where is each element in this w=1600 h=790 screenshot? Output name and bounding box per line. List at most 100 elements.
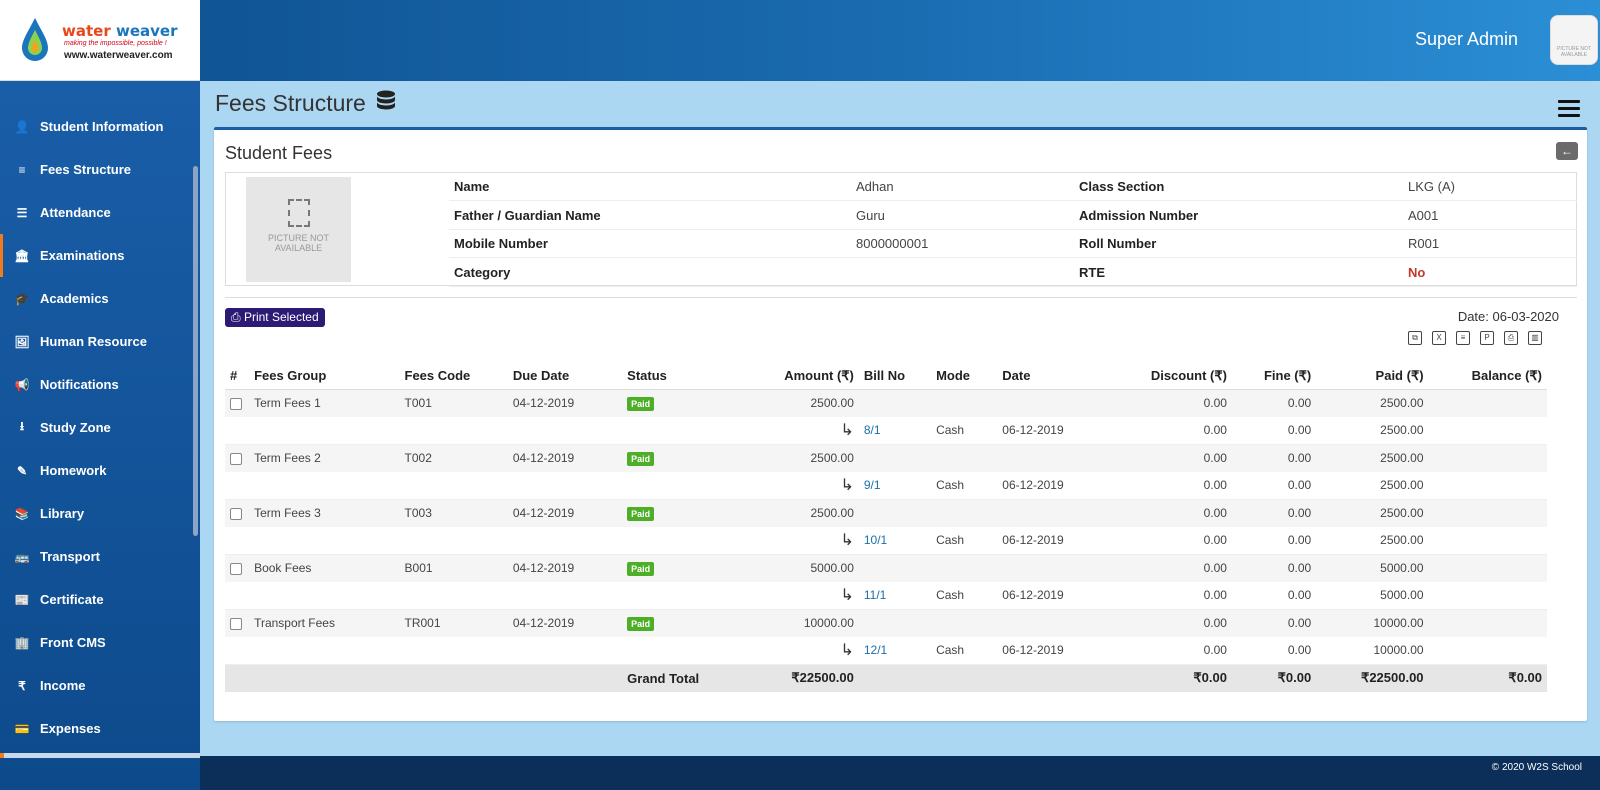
bill-no: 11/1 — [858, 581, 932, 610]
sidebar-item-fees-structure[interactable]: ≡ Fees Structure — [0, 148, 200, 191]
payment-row: ↳ 12/1 Cash 06-12-2019 0.00 0.00 10000.00 — [225, 636, 1547, 665]
status-cell: Paid — [622, 499, 719, 527]
row-checkbox[interactable] — [230, 562, 242, 575]
fine: 0.00 — [1231, 636, 1317, 665]
column-header[interactable]: Discount (₹) — [1081, 363, 1232, 390]
info-label: Roll Number — [1079, 236, 1157, 251]
empty-cell — [249, 471, 400, 500]
print-icon[interactable]: ⎙ — [1504, 331, 1518, 345]
sidebar-item-expenses[interactable]: 💳 Expenses — [0, 707, 200, 750]
sidebar-item-notifications[interactable]: 📢 Notifications — [0, 363, 200, 406]
sidebar-item-human-resource[interactable]: 🖼 Human Resource — [0, 320, 200, 363]
column-header[interactable]: Balance (₹) — [1428, 363, 1547, 390]
back-button[interactable]: ← — [1556, 142, 1578, 160]
logo-tagline: making the impossible, possible ! — [64, 40, 167, 47]
row-checkbox[interactable] — [230, 452, 242, 465]
sidebar-item-examinations[interactable]: 🏛 Examinations — [0, 234, 200, 277]
sidebar-scrollbar[interactable] — [193, 166, 198, 536]
payment-row: ↳ 9/1 Cash 06-12-2019 0.00 0.00 2500.00 — [225, 471, 1547, 500]
empty-cell — [507, 526, 623, 555]
column-header[interactable]: Fine (₹) — [1231, 363, 1317, 390]
bill-link[interactable]: 11/1 — [864, 588, 886, 602]
column-header[interactable]: Paid (₹) — [1316, 363, 1429, 390]
sidebar-item-label: Transport — [40, 549, 100, 564]
empty-cell — [399, 416, 508, 445]
fine: 0.00 — [1231, 471, 1317, 500]
info-row: Mobile Number 8000000001 Roll Number R001 — [449, 230, 1577, 258]
footer: © 2020 W2S School — [200, 756, 1600, 790]
newspaper-icon: 📰 — [14, 592, 30, 607]
row-checkbox[interactable] — [230, 507, 242, 520]
status-cell: Paid — [622, 609, 719, 637]
bill-link[interactable]: 12/1 — [864, 643, 887, 657]
fine: 0.00 — [1231, 416, 1317, 445]
empty-cell — [225, 471, 250, 500]
bill-no — [858, 389, 932, 417]
copy-icon[interactable]: ⧉ — [1408, 331, 1422, 345]
sidebar-item-study-zone[interactable]: ⭳ Study Zone — [0, 406, 200, 449]
info-value: Guru — [856, 207, 885, 223]
discount: 0.00 — [1081, 636, 1232, 665]
sidebar-item-academics[interactable]: 🎓 Academics — [0, 277, 200, 320]
row-checkbox[interactable] — [230, 397, 242, 410]
info-value: No — [1408, 264, 1426, 280]
row-checkbox[interactable] — [230, 617, 242, 630]
avatar[interactable]: PICTURE NOT AVAILABLE — [1550, 15, 1598, 65]
section-title: Student Fees — [225, 143, 333, 163]
empty-cell — [249, 664, 400, 692]
amount: 10000.00 — [718, 609, 859, 637]
pdf-icon[interactable]: P — [1480, 331, 1494, 345]
fees-group: Term Fees 3 — [249, 499, 400, 527]
empty-cell — [249, 526, 400, 555]
book-icon: 📚 — [14, 506, 30, 521]
csv-icon[interactable]: ≡ — [1456, 331, 1470, 345]
bill-link[interactable]: 9/1 — [864, 478, 881, 492]
column-header[interactable]: Bill No — [858, 363, 932, 390]
paid: 2500.00 — [1316, 526, 1429, 555]
bill-link[interactable]: 10/1 — [864, 533, 887, 547]
empty-cell — [249, 581, 400, 610]
sidebar-item-attendance[interactable]: ☰ Attendance — [0, 191, 200, 234]
column-header[interactable]: Amount (₹) — [718, 363, 859, 390]
column-header[interactable]: Date — [997, 363, 1082, 390]
sidebar-item-label: Notifications — [40, 377, 119, 392]
sidebar-item-student-information[interactable]: 👤 Student Information — [0, 105, 200, 148]
balance — [1428, 444, 1547, 472]
user-name[interactable]: Super Admin — [1415, 29, 1518, 50]
menu-toggle-icon[interactable] — [1558, 100, 1580, 118]
column-header[interactable]: Fees Group — [249, 363, 400, 390]
balance — [1428, 389, 1547, 417]
info-label: Category — [454, 264, 511, 280]
column-header[interactable]: Fees Code — [399, 363, 508, 390]
column-header[interactable]: Mode — [931, 363, 998, 390]
status-badge: Paid — [627, 561, 655, 576]
sidebar-item-front-cms[interactable]: 🏢 Front CMS — [0, 621, 200, 664]
info-value: A001 — [1408, 207, 1439, 223]
balance — [1428, 609, 1547, 637]
sidebar-item-certificate[interactable]: 📰 Certificate — [0, 578, 200, 621]
payment-date — [997, 554, 1082, 582]
empty-cell — [399, 471, 508, 500]
logo[interactable]: water weaver making the impossible, poss… — [0, 0, 200, 81]
sidebar-item-income[interactable]: ₹ Income — [0, 664, 200, 707]
info-value: Adhan — [856, 179, 894, 194]
excel-icon[interactable]: X — [1432, 331, 1446, 345]
empty-cell — [399, 581, 508, 610]
payment-date — [997, 389, 1082, 417]
sidebar-item-library[interactable]: 📚 Library — [0, 492, 200, 535]
sidebar-item-homework[interactable]: ✎ Homework — [0, 449, 200, 492]
column-header[interactable]: Due Date — [507, 363, 623, 390]
fine: 0.00 — [1231, 554, 1317, 582]
grand-total-label: Grand Total — [622, 664, 719, 692]
column-header[interactable]: Status — [622, 363, 719, 390]
empty-cell — [858, 664, 932, 692]
fees-table: # Fees Group Fees Code Due Date Status Amount… — [225, 363, 1547, 692]
bill-link[interactable]: 8/1 — [864, 423, 881, 437]
column-header[interactable]: # — [225, 363, 250, 390]
sidebar-item-transport[interactable]: 🚌 Transport — [0, 535, 200, 578]
paid: 5000.00 — [1316, 581, 1429, 610]
fees-code: T001 — [399, 389, 508, 417]
empty-cell — [225, 416, 250, 445]
print-selected-button[interactable]: ⎙ Print Selected — [225, 308, 325, 327]
columns-icon[interactable]: ▥ — [1528, 331, 1542, 345]
